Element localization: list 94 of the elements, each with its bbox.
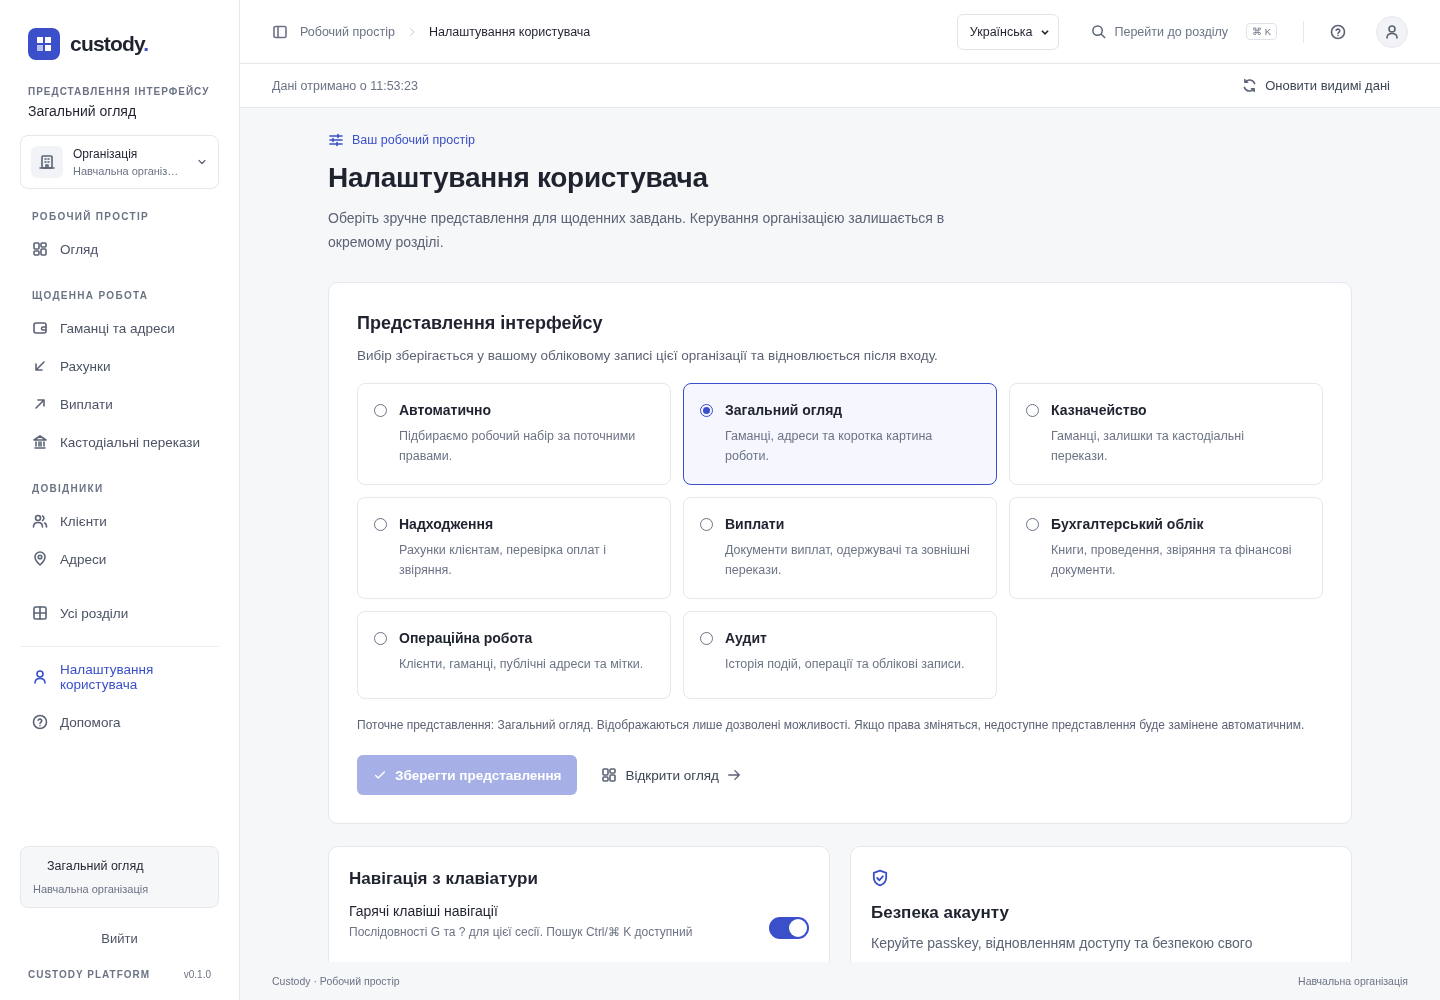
sidebar-item[interactable]: Огляд (20, 230, 219, 268)
view-option[interactable]: Казначейство Гаманці, залишки та кастодіальні перекази. (1009, 383, 1323, 485)
user-icon (1384, 23, 1400, 40)
wallet-icon (32, 320, 48, 336)
sliders-icon (328, 132, 344, 148)
view-option[interactable]: Надходження Рахунки клієнтам, перевірка оплат і звіряння. (357, 497, 671, 599)
table-icon (32, 605, 48, 621)
toggle-switch[interactable] (769, 917, 809, 939)
footer-text: Навчальна організація (1298, 975, 1408, 987)
option-description: Підбираємо робочий набір за поточними правами. (399, 428, 637, 465)
view-option[interactable]: Аудит Історія подій, операції та облікові записи. (683, 611, 997, 699)
version-label: v0.1.0 (183, 969, 211, 980)
users-icon (32, 513, 48, 529)
option-description: Книги, проведення, звіряння та фінансові документи. (1051, 542, 1293, 579)
fetched-time: Дані отримано о 11:53:23 (272, 78, 418, 93)
option-title: Автоматично (399, 402, 493, 418)
organization-name: Навчальна організ… (73, 165, 180, 177)
panel-title: Представлення інтерфейсу (357, 313, 604, 334)
language-select[interactable]: Українська (956, 13, 1060, 50)
option-title: Бухгалтерський облік (1051, 516, 1205, 532)
check-icon (373, 768, 387, 782)
setting-label: Гарячі клавіші навігації (349, 903, 499, 919)
view-option[interactable]: Загальний огляд Гаманці, адреси та коротка картина роботи. (683, 383, 997, 485)
view-option[interactable]: Виплати Документи виплат, одержувачі та зовнішні перекази. (683, 497, 997, 599)
organization-selector[interactable]: Організація Навчальна організ… (20, 135, 219, 189)
sidebar-item[interactable]: Клієнти (20, 502, 219, 540)
section-heading: ДОВІДНИКИ (32, 483, 105, 494)
sidebar-item[interactable]: Рахунки (20, 347, 219, 385)
option-description: Рахунки клієнтам, перевірка оплат і звіряння. (399, 542, 608, 579)
brand-name: custody. (70, 32, 149, 56)
user-icon (32, 669, 48, 685)
option-title: Казначейство (1051, 402, 1148, 418)
refresh-button[interactable]: Оновити видимі дані (1236, 77, 1396, 94)
logout-button[interactable]: Вийти (95, 930, 144, 947)
option-description: Гаманці, залишки та кастодіальні перекази. (1051, 428, 1245, 465)
option-title: Аудит (725, 630, 768, 646)
building-icon (31, 146, 63, 178)
option-description: Гаманці, адреси та коротка картина роботи. (725, 428, 934, 465)
context-title: Загальний огляд (46, 859, 145, 873)
current-view: Загальний огляд (28, 103, 138, 119)
card-description: Керуйте passkey, відновленням доступу та безпекою свого (871, 935, 1254, 951)
page-description: Оберіть зручне представлення для щоденних завдань. Керування організацією залишається в окремому розділі. (328, 209, 946, 252)
setting-description: Послідовності G та ? для цієї сесії. Пошук Ctrl/⌘ K доступний (349, 925, 694, 939)
card-title: Безпека акаунту (871, 903, 1010, 923)
sidebar-item[interactable]: Кастодіальні перекази (20, 423, 219, 461)
help-icon (1330, 23, 1346, 40)
platform-name: CUSTODY PLATFORM (28, 969, 151, 980)
breadcrumb-item[interactable]: Робочий простір (300, 24, 395, 39)
help-button[interactable] (1330, 23, 1346, 40)
option-title: Надходження (399, 516, 495, 532)
shortcut-hint: ⌘ K (1246, 23, 1277, 40)
option-description: Клієнти, гаманці, публічні адреси та мітки. (399, 656, 644, 673)
sidebar-item[interactable]: Виплати (20, 385, 219, 423)
shield-icon (871, 869, 889, 887)
option-title: Виплати (725, 516, 786, 532)
context-subtitle: Навчальна організація (33, 883, 150, 895)
arrow-up-right-icon (32, 396, 48, 412)
bank-icon (32, 434, 48, 450)
refresh-icon (1242, 78, 1258, 93)
search-icon (1091, 24, 1107, 39)
view-option[interactable]: Операційна робота Клієнти, гаманці, публічні адреси та мітки. (357, 611, 671, 699)
search-button[interactable]: Перейти до розділу (1085, 23, 1234, 40)
option-title: Операційна робота (399, 630, 534, 646)
logo-icon (28, 28, 60, 60)
grid-icon (601, 767, 618, 783)
open-overview-link[interactable]: Відкрити огляд (601, 767, 741, 783)
sidebar-item[interactable]: Адреси (20, 540, 219, 578)
breadcrumb-item: Налаштування користувача (428, 24, 591, 39)
view-option[interactable]: Автоматично Підбираємо робочий набір за поточними правами. (357, 383, 671, 485)
card-title: Навігація з клавіатури (349, 869, 539, 889)
grid-icon (32, 241, 48, 257)
page-title: Налаштування користувача (328, 162, 710, 194)
panel-subtitle: Вибір зберігається у вашому обліковому записі цієї організації та відновлюється після входу. (357, 348, 939, 363)
footer-text: Custody · Робочий простір (272, 975, 400, 987)
option-title: Загальний огляд (725, 402, 844, 418)
option-description: Історія подій, операції та облікові записи. (725, 656, 965, 673)
section-label: ПРЕДСТАВЛЕННЯ ІНТЕРФЕЙСУ (28, 86, 211, 97)
sidebar-item[interactable]: Допомога (20, 703, 219, 741)
organization-label: Організація (73, 147, 139, 161)
view-option[interactable]: Бухгалтерський облік Книги, проведення, звіряння та фінансові документи. (1009, 497, 1323, 599)
avatar-button[interactable] (1376, 15, 1408, 48)
map-pin-icon (32, 551, 48, 567)
arrow-right-icon (727, 768, 741, 782)
section-heading: РОБОЧИЙ ПРОСТІР (32, 211, 150, 222)
sidebar-item[interactable]: Гаманці та адреси (20, 309, 219, 347)
section-heading: ЩОДЕННА РОБОТА (32, 290, 150, 301)
option-description: Документи виплат, одержувачі та зовнішні перекази. (725, 542, 970, 579)
arrow-down-left-icon (32, 358, 48, 374)
sidebar-item[interactable]: Усі розділи (20, 594, 219, 632)
sidebar-item[interactable]: Налаштування користувача (20, 651, 219, 703)
eyebrow-label: Ваш робочий простір (352, 133, 475, 147)
sidebar-toggle-icon (272, 23, 288, 40)
help-icon (32, 714, 48, 730)
current-view-note: Поточне представлення: Загальний огляд. Відображаються лише дозволені можливості. Якщо права зміняться, недоступне представлення буде замінене автоматичним. (357, 717, 1306, 734)
